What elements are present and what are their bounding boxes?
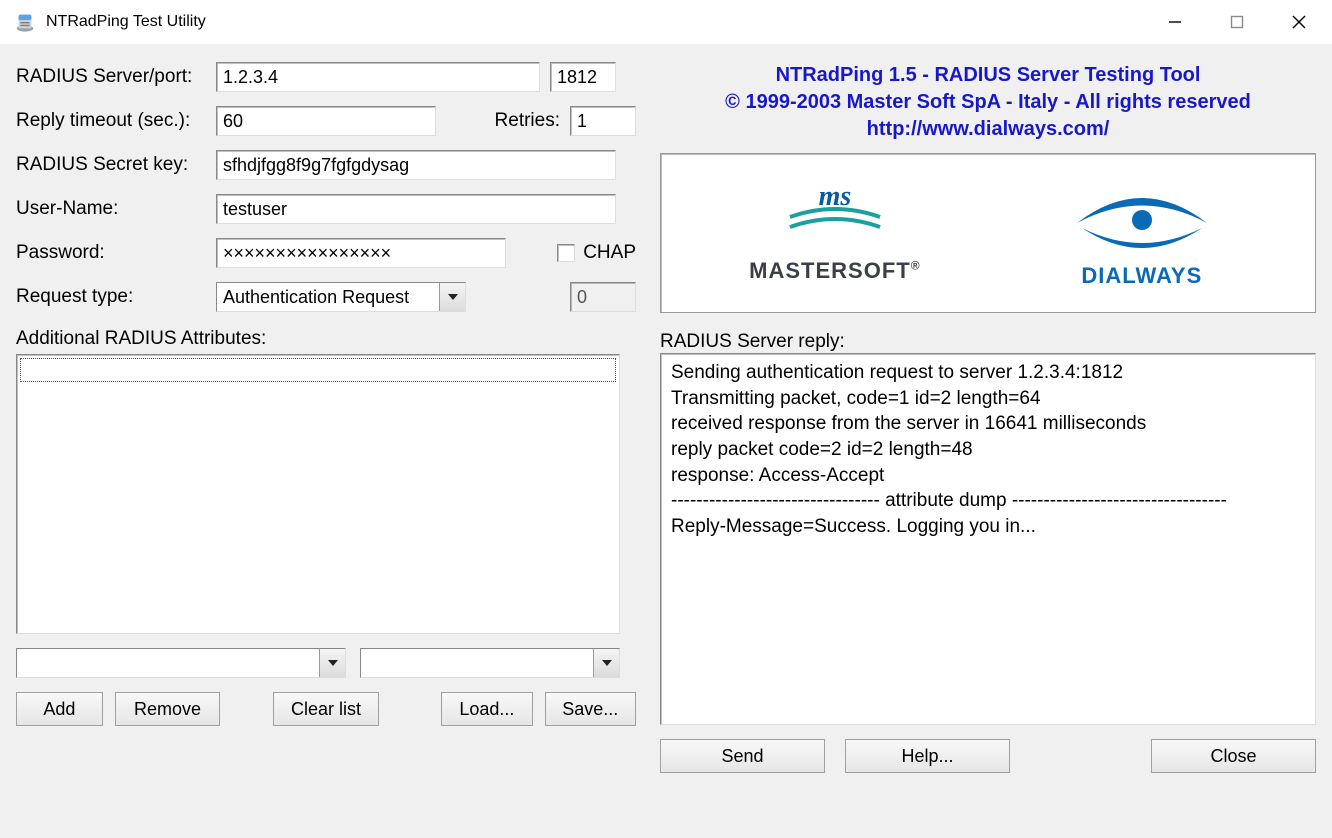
attribute-name-combo[interactable]: [16, 648, 346, 678]
banner: NTRadPing 1.5 - RADIUS Server Testing To…: [660, 62, 1316, 143]
attribute-value-combo[interactable]: [360, 648, 620, 678]
save-button[interactable]: Save...: [545, 692, 636, 726]
port-input[interactable]: [550, 62, 616, 92]
load-button[interactable]: Load...: [441, 692, 532, 726]
title-bar: NTRadPing Test Utility: [0, 0, 1332, 44]
close-dialog-button[interactable]: Close: [1151, 739, 1316, 773]
banner-line-2: © 1999-2003 Master Soft SpA - Italy - Al…: [660, 89, 1316, 116]
banner-line-3: http://www.dialways.com/: [660, 116, 1316, 143]
dropdown-arrow-icon: [593, 649, 619, 677]
password-input[interactable]: [216, 238, 506, 268]
window-controls: [1144, 0, 1330, 44]
server-label: RADIUS Server/port:: [16, 66, 216, 88]
maximize-button[interactable]: [1206, 0, 1268, 44]
dropdown-arrow-icon: [319, 649, 345, 677]
clear-list-button[interactable]: Clear list: [273, 692, 379, 726]
banner-line-1: NTRadPing 1.5 - RADIUS Server Testing To…: [660, 62, 1316, 89]
dialways-logo: DIALWAYS: [1057, 178, 1227, 289]
server-input[interactable]: [216, 62, 540, 92]
request-type-label: Request type:: [16, 286, 216, 308]
request-number-field: 0: [570, 282, 636, 312]
username-label: User-Name:: [16, 198, 216, 220]
secret-label: RADIUS Secret key:: [16, 154, 216, 176]
request-type-value: Authentication Request: [217, 283, 439, 311]
mastersoft-logo: ms MASTERSOFT®: [749, 183, 920, 284]
close-button[interactable]: [1268, 0, 1330, 44]
attribute-value-value: [361, 649, 593, 677]
attributes-listbox[interactable]: [16, 354, 620, 634]
window-title: NTRadPing Test Utility: [46, 13, 1144, 31]
retries-input[interactable]: [570, 106, 636, 136]
dropdown-arrow-icon: [439, 283, 465, 311]
minimize-button[interactable]: [1144, 0, 1206, 44]
app-icon: [14, 11, 36, 33]
send-button[interactable]: Send: [660, 739, 825, 773]
reply-textbox[interactable]: Sending authentication request to server…: [660, 353, 1316, 725]
attribute-name-value: [17, 649, 319, 677]
username-input[interactable]: [216, 194, 616, 224]
attributes-label: Additional RADIUS Attributes:: [16, 328, 636, 350]
dialways-text: DIALWAYS: [1057, 263, 1227, 289]
timeout-input[interactable]: [216, 106, 436, 136]
list-item[interactable]: [20, 358, 616, 382]
chap-checkbox[interactable]: [557, 244, 575, 262]
password-label: Password:: [16, 242, 216, 264]
logo-panel: ms MASTERSOFT® DIALWAYS: [660, 153, 1316, 313]
request-type-combo[interactable]: Authentication Request: [216, 282, 466, 312]
remove-button[interactable]: Remove: [115, 692, 221, 726]
chap-label: CHAP: [583, 242, 636, 264]
mastersoft-text: MASTERSOFT: [749, 258, 911, 283]
secret-input[interactable]: [216, 150, 616, 180]
retries-label: Retries:: [495, 110, 560, 132]
help-button[interactable]: Help...: [845, 739, 1010, 773]
timeout-label: Reply timeout (sec.):: [16, 110, 216, 132]
reply-label: RADIUS Server reply:: [660, 331, 1316, 353]
add-button[interactable]: Add: [16, 692, 103, 726]
